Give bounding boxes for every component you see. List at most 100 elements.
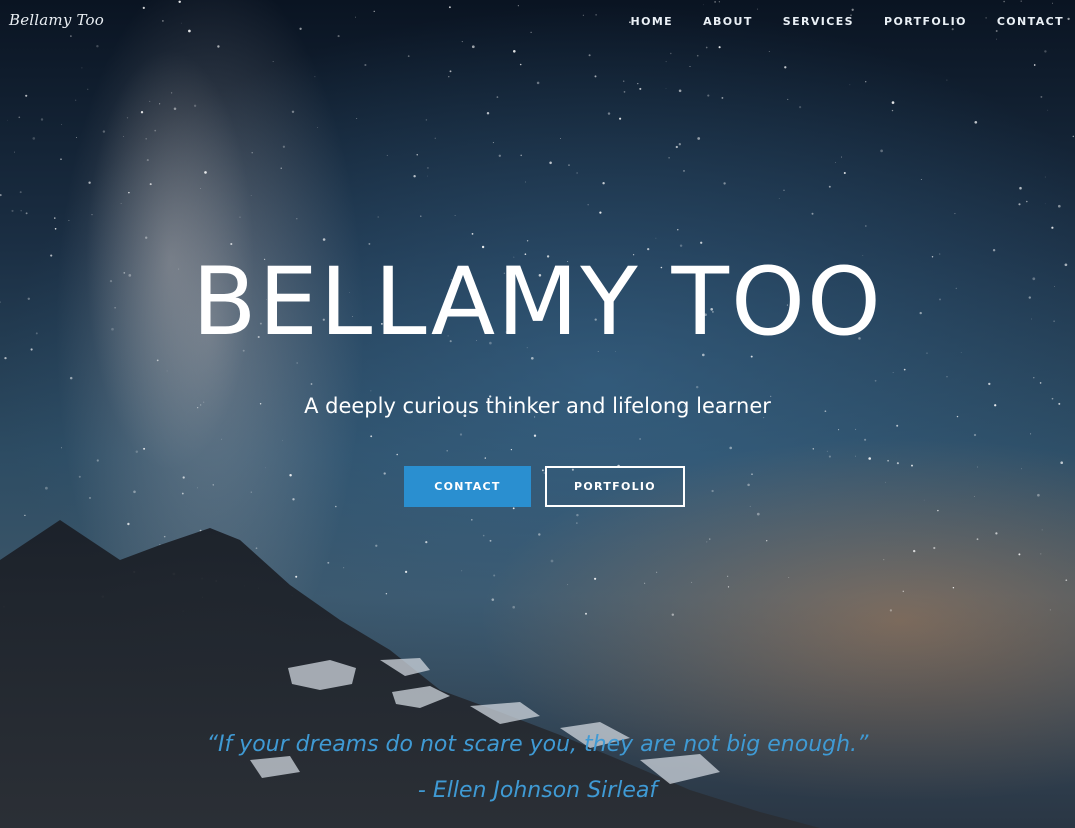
star: [156, 359, 159, 362]
star: [448, 76, 450, 78]
star: [471, 45, 475, 49]
star: [538, 533, 541, 536]
star: [96, 459, 99, 462]
star: [356, 118, 358, 120]
star: [1033, 377, 1035, 379]
star: [976, 466, 978, 468]
star: [1039, 382, 1042, 384]
star: [425, 119, 428, 121]
star: [197, 487, 198, 489]
star: [828, 185, 831, 188]
star: [127, 522, 130, 526]
site-logo[interactable]: Bellamy Too: [9, 11, 104, 29]
portfolio-button[interactable]: PORTFOLIO: [545, 466, 685, 507]
nav-item-home[interactable]: HOME: [630, 15, 673, 28]
star: [510, 449, 512, 451]
star: [140, 111, 144, 114]
star: [25, 212, 28, 215]
star: [426, 166, 429, 169]
star: [1041, 529, 1043, 531]
nav-item-contact[interactable]: CONTACT: [997, 15, 1064, 28]
star: [1033, 64, 1036, 66]
star: [865, 225, 867, 227]
star: [291, 110, 295, 114]
star: [407, 55, 410, 57]
star: [887, 459, 889, 462]
star: [695, 385, 699, 389]
star: [526, 240, 529, 242]
star: [96, 44, 99, 48]
star: [32, 137, 36, 140]
star: [220, 438, 223, 440]
star: [838, 429, 840, 431]
star: [230, 242, 233, 246]
star: [1037, 493, 1040, 497]
star: [45, 486, 48, 490]
star: [576, 172, 578, 174]
star: [665, 61, 667, 63]
star: [123, 136, 125, 138]
hero-subtitle: A deeply curious thinker and lifelong le…: [304, 394, 771, 418]
star: [135, 450, 139, 453]
nav-item-about[interactable]: ABOUT: [703, 15, 753, 28]
star: [19, 191, 22, 194]
star: [1026, 200, 1028, 203]
star: [1057, 204, 1061, 208]
star: [383, 472, 386, 475]
star: [434, 137, 437, 140]
star: [282, 145, 286, 148]
star: [250, 195, 252, 196]
star: [91, 214, 93, 216]
star: [721, 96, 724, 99]
star: [655, 237, 657, 239]
star: [1047, 109, 1049, 111]
star: [883, 559, 885, 561]
star: [427, 175, 428, 177]
nav-item-portfolio[interactable]: PORTFOLIO: [884, 15, 967, 28]
star: [461, 570, 463, 572]
star: [954, 213, 956, 215]
star: [826, 450, 829, 452]
star: [896, 462, 899, 465]
star: [159, 103, 161, 105]
star: [120, 202, 122, 204]
star: [446, 450, 448, 452]
nav-item-services[interactable]: SERVICES: [783, 15, 854, 28]
star: [656, 571, 658, 573]
star: [602, 182, 605, 185]
star: [170, 92, 173, 94]
star: [69, 376, 73, 380]
star: [102, 130, 106, 133]
star: [454, 215, 456, 216]
star: [913, 549, 916, 553]
star: [974, 120, 978, 124]
star: [783, 189, 785, 191]
star: [149, 183, 152, 186]
star: [126, 117, 129, 119]
star: [696, 54, 699, 57]
star: [751, 473, 753, 476]
star: [471, 233, 474, 235]
contact-button[interactable]: CONTACT: [404, 466, 531, 507]
star: [623, 91, 626, 93]
star: [1040, 95, 1043, 98]
star: [874, 379, 877, 382]
star: [594, 75, 597, 78]
star: [675, 145, 678, 149]
star: [973, 496, 975, 497]
star: [520, 154, 522, 157]
star: [952, 586, 955, 589]
star: [1018, 203, 1021, 206]
star: [334, 505, 337, 508]
star: [217, 45, 220, 48]
star: [864, 438, 867, 441]
star: [370, 390, 372, 392]
star: [327, 561, 330, 564]
star: [678, 89, 682, 93]
star: [416, 154, 418, 156]
star: [493, 574, 496, 577]
star: [811, 212, 814, 215]
star: [933, 546, 936, 550]
star: [280, 167, 282, 169]
star: [576, 513, 579, 517]
